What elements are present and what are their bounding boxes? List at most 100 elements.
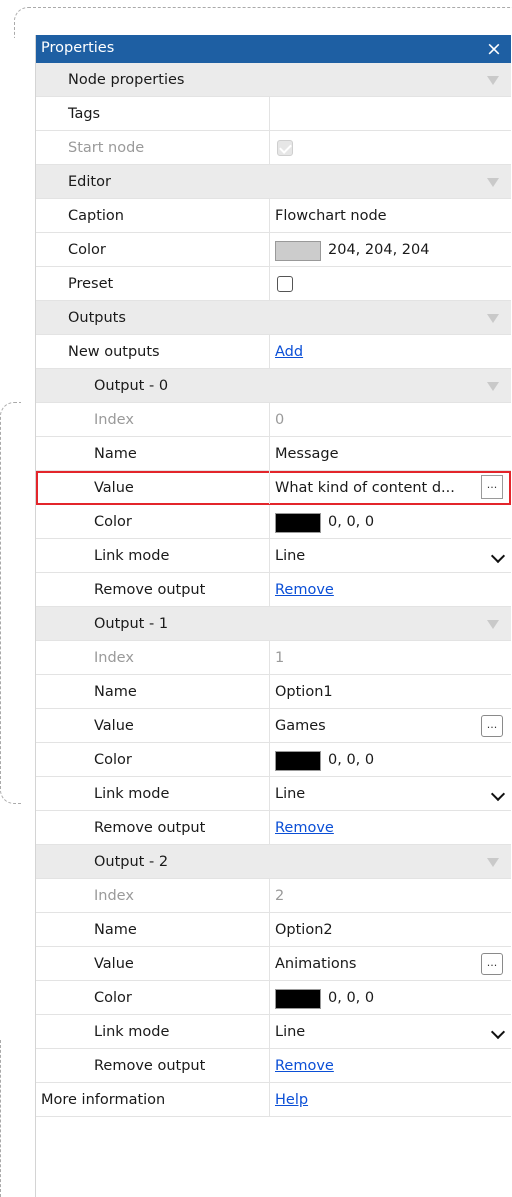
chevron-down-icon[interactable] [490, 786, 506, 802]
property-row-link-mode: Link mode Line [36, 777, 511, 811]
name-value-cell[interactable]: Option2 [269, 913, 511, 946]
link-mode-value: Line [275, 548, 306, 564]
caption-value: Flowchart node [275, 208, 387, 224]
dashed-frame-left [0, 402, 21, 804]
link-mode-select[interactable]: Line [269, 1015, 511, 1048]
color-value: 0, 0, 0 [328, 752, 375, 768]
property-label: Index [94, 412, 134, 428]
index-value: 1 [275, 650, 285, 666]
category-output-2[interactable]: Output - 2 [36, 845, 511, 879]
color-value-cell[interactable]: 204, 204, 204 [269, 233, 511, 266]
properties-title-bar: Properties × [36, 35, 511, 63]
link-mode-select[interactable]: Line [269, 539, 511, 572]
color-value-cell[interactable]: 0, 0, 0 [269, 505, 511, 538]
property-label: Index [94, 888, 134, 904]
category-output-1[interactable]: Output - 1 [36, 607, 511, 641]
property-label: Color [68, 242, 106, 258]
color-value-cell[interactable]: 0, 0, 0 [269, 981, 511, 1014]
close-icon[interactable]: × [483, 37, 505, 61]
property-label: Color [94, 514, 132, 530]
property-label: Start node [68, 140, 145, 156]
property-row-color: Color 0, 0, 0 [36, 505, 511, 539]
property-row-name: Name Option1 [36, 675, 511, 709]
color-swatch[interactable] [275, 513, 321, 533]
properties-panel: Properties × Node properties Tags Start … [35, 35, 511, 1197]
property-label: Index [94, 650, 134, 666]
property-label: Color [94, 990, 132, 1006]
value-value-cell[interactable]: Animations ... [269, 947, 511, 980]
name-value-cell[interactable]: Option1 [269, 675, 511, 708]
property-row-more-information: More information Help [36, 1083, 511, 1117]
category-label: Output - 1 [94, 616, 169, 632]
property-row-color: Color 204, 204, 204 [36, 233, 511, 267]
category-label: Node properties [68, 72, 185, 88]
property-label: Name [94, 446, 137, 462]
property-row-new-outputs: New outputs Add [36, 335, 511, 369]
collapse-triangle-icon[interactable] [487, 620, 499, 629]
property-row-color: Color 0, 0, 0 [36, 743, 511, 777]
property-label: Value [94, 718, 134, 734]
collapse-triangle-icon[interactable] [487, 314, 499, 323]
color-swatch[interactable] [275, 751, 321, 771]
index-value: 2 [275, 888, 285, 904]
property-label: Name [94, 922, 137, 938]
remove-output-link[interactable]: Remove [275, 811, 334, 845]
caption-value-cell[interactable]: Flowchart node [269, 199, 511, 232]
edit-value-button[interactable]: ... [481, 715, 503, 737]
property-row-value-highlighted: Value What kind of content d... ... [36, 471, 511, 505]
property-label: Value [94, 956, 134, 972]
property-label: Caption [68, 208, 124, 224]
property-row-link-mode: Link mode Line [36, 1015, 511, 1049]
add-output-link[interactable]: Add [275, 335, 303, 369]
remove-value-cell: Remove [269, 811, 511, 844]
value-text: Games [275, 718, 326, 734]
category-label: Output - 0 [94, 378, 169, 394]
chevron-down-icon[interactable] [490, 1024, 506, 1040]
name-value: Option2 [275, 922, 333, 938]
category-editor[interactable]: Editor [36, 165, 511, 199]
collapse-triangle-icon[interactable] [487, 178, 499, 187]
color-swatch[interactable] [275, 241, 321, 261]
property-label: Preset [68, 276, 114, 292]
property-label: Link mode [94, 786, 170, 802]
name-value-cell[interactable]: Message [269, 437, 511, 470]
remove-output-link[interactable]: Remove [275, 573, 334, 607]
collapse-triangle-icon[interactable] [487, 858, 499, 867]
property-label: Color [94, 752, 132, 768]
category-label: Output - 2 [94, 854, 169, 870]
property-label: Remove output [94, 582, 206, 598]
edit-value-button[interactable]: ... [481, 475, 503, 499]
property-row-name: Name Option2 [36, 913, 511, 947]
tags-value-cell[interactable] [269, 97, 511, 130]
color-value: 0, 0, 0 [328, 990, 375, 1006]
property-label: Link mode [94, 1024, 170, 1040]
property-row-index: Index 2 [36, 879, 511, 913]
chevron-down-icon[interactable] [490, 548, 506, 564]
link-mode-select[interactable]: Line [269, 777, 511, 810]
value-value-cell[interactable]: What kind of content d... ... [269, 471, 511, 504]
color-value-cell[interactable]: 0, 0, 0 [269, 743, 511, 776]
category-output-0[interactable]: Output - 0 [36, 369, 511, 403]
collapse-triangle-icon[interactable] [487, 382, 499, 391]
index-value-cell: 1 [269, 641, 511, 674]
property-row-start-node: Start node [36, 131, 511, 165]
color-swatch[interactable] [275, 989, 321, 1009]
collapse-triangle-icon[interactable] [487, 76, 499, 85]
name-value: Option1 [275, 684, 333, 700]
remove-output-link[interactable]: Remove [275, 1049, 334, 1083]
edit-value-button[interactable]: ... [481, 953, 503, 975]
property-row-index: Index 0 [36, 403, 511, 437]
help-link[interactable]: Help [275, 1083, 308, 1117]
category-outputs[interactable]: Outputs [36, 301, 511, 335]
property-row-name: Name Message [36, 437, 511, 471]
property-grid: Node properties Tags Start node Editor C… [36, 63, 511, 1117]
start-node-value-cell [269, 131, 511, 164]
preset-checkbox[interactable] [277, 276, 293, 292]
category-node-properties[interactable]: Node properties [36, 63, 511, 97]
property-label: Name [94, 684, 137, 700]
dashed-frame-top [14, 7, 512, 38]
value-value-cell[interactable]: Games ... [269, 709, 511, 742]
remove-value-cell: Remove [269, 1049, 511, 1082]
property-row-remove-output: Remove output Remove [36, 1049, 511, 1083]
property-row-preset: Preset [36, 267, 511, 301]
